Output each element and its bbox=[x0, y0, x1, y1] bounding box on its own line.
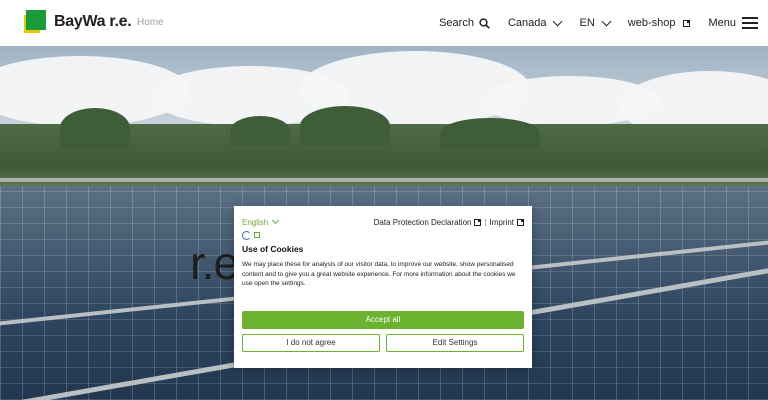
decline-button[interactable]: I do not agree bbox=[242, 333, 380, 352]
country-selector[interactable]: Canada bbox=[507, 16, 563, 29]
consent-provider-icon bbox=[254, 232, 260, 238]
webshop-link[interactable]: web-shop bbox=[628, 17, 691, 29]
data-protection-link[interactable]: Data Protection Declaration bbox=[374, 218, 472, 227]
breadcrumb-home[interactable]: Home bbox=[137, 17, 164, 28]
chevron-down-icon bbox=[272, 216, 280, 225]
cookie-consent-dialog: English Data Protection Declaration | Im… bbox=[234, 206, 532, 368]
menu-label: Menu bbox=[708, 17, 736, 29]
external-link-icon bbox=[517, 218, 524, 226]
accept-all-button[interactable]: Accept all bbox=[242, 310, 524, 329]
link-separator: | bbox=[484, 217, 487, 227]
baywa-logo-mark-icon bbox=[24, 10, 48, 34]
language-selector[interactable]: EN bbox=[579, 16, 612, 29]
cookie-consent-logo-icon bbox=[242, 230, 251, 240]
search-icon bbox=[479, 17, 490, 29]
language-label: EN bbox=[579, 17, 595, 29]
baywa-logo[interactable]: BayWa r.e. bbox=[24, 10, 132, 34]
country-label: Canada bbox=[507, 17, 547, 29]
search-label: Search bbox=[439, 17, 474, 29]
external-link-icon bbox=[680, 19, 691, 27]
menu-button[interactable]: Menu bbox=[708, 17, 758, 29]
site-header: BayWa r.e. Home Search Canada EN web-sho… bbox=[0, 0, 768, 46]
external-link-icon bbox=[474, 218, 482, 226]
logo-text: BayWa r.e. bbox=[54, 13, 132, 30]
cookie-dialog-title: Use of Cookies bbox=[242, 244, 304, 254]
imprint-link[interactable]: Imprint bbox=[490, 218, 514, 227]
search-button[interactable]: Search bbox=[439, 17, 490, 29]
cookie-language-label: English bbox=[242, 217, 269, 227]
chevron-down-icon bbox=[551, 16, 563, 26]
hamburger-menu-icon bbox=[742, 17, 758, 29]
chevron-down-icon bbox=[600, 16, 612, 26]
cookie-dialog-body: We may place these for analysis of our v… bbox=[242, 261, 516, 287]
webshop-label: web-shop bbox=[627, 17, 676, 29]
main-nav: Search Canada EN web-shop Menu bbox=[421, 0, 758, 46]
cookie-language-select[interactable]: English bbox=[242, 216, 280, 227]
edit-settings-button[interactable]: Edit Settings bbox=[386, 333, 524, 352]
